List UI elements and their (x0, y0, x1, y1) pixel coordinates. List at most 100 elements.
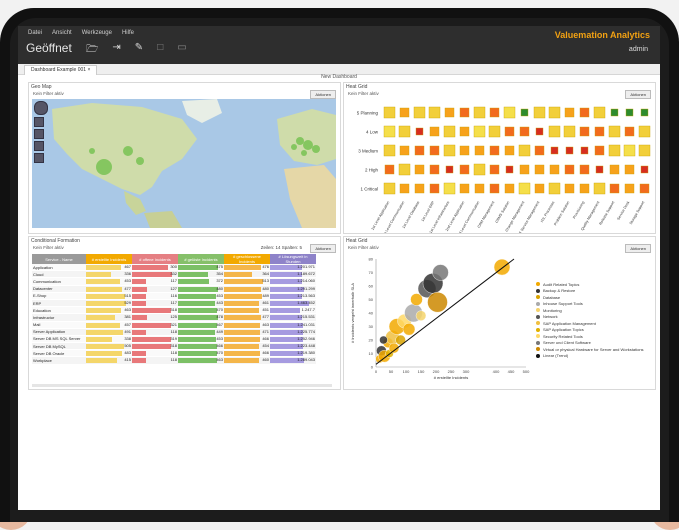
actions-button[interactable]: Aktionen (625, 90, 651, 99)
world-map[interactable] (32, 99, 336, 228)
column-label: 1st Level Database (402, 201, 421, 230)
x-tick-label: 0 (375, 369, 378, 374)
value-cell: 321 (132, 321, 178, 329)
actions-button[interactable]: Aktionen (310, 90, 336, 99)
heat-cell (579, 126, 590, 137)
greenland-land (182, 99, 222, 123)
heat-cell (534, 145, 545, 156)
heat-cell (548, 125, 561, 138)
column-header[interactable]: # erstellte Incidents (86, 254, 132, 264)
zoom-in-icon[interactable] (34, 117, 44, 127)
value-cell: 1.223.448 (270, 342, 316, 351)
service-name-cell: Cloud (32, 270, 86, 279)
pencil-icon[interactable]: ✎ (135, 42, 143, 59)
service-name-cell: ERP (32, 299, 86, 308)
table-row[interactable]: Mail 457 321 467 463 1.241.031 (32, 321, 316, 329)
fullscreen-icon[interactable] (34, 153, 44, 163)
value-bar (224, 265, 261, 270)
panel-title: Heat Grid (346, 238, 368, 244)
open-folder-icon[interactable]: 🗁 (86, 42, 98, 59)
legend-swatch (536, 340, 540, 345)
x-tick-label: 100 (403, 369, 410, 374)
heat-cell (414, 145, 425, 156)
value-cell: 453 (86, 277, 132, 286)
menu-item-hilfe[interactable]: Hilfe (122, 30, 134, 36)
user-name[interactable]: admin (629, 46, 648, 53)
heat-cell (580, 146, 589, 155)
table-row[interactable]: Server DB Oracle 483 118 470 466 1.219.380 (32, 349, 316, 358)
table-row[interactable]: Server DB MS SQL Server 338 319 453 466 1.252… (32, 335, 316, 344)
cell-value: 318 (170, 343, 177, 349)
legend-item[interactable]: Virtual or physical Hardware for Server … (536, 346, 644, 353)
value-bar (178, 293, 216, 299)
heat-cell (639, 183, 650, 194)
legend-swatch (536, 321, 540, 326)
table-row[interactable]: ERP 529 117 443 461 1.463.452 (32, 299, 316, 308)
column-header[interactable]: # geschlossene Incidents (224, 254, 270, 264)
y-tick-label: 0 (371, 365, 374, 370)
y-tick-label: 50 (369, 297, 374, 302)
value-cell: 529 (86, 299, 132, 308)
zoom-out-icon[interactable] (34, 129, 44, 139)
document-title: Geöffnet (26, 41, 72, 55)
table-row[interactable]: Communication 453 117 372 513 1.214.060 (32, 277, 316, 286)
table-row[interactable]: Education 463 318 470 451 1.247.7 (32, 306, 316, 315)
heat-cell (638, 144, 651, 157)
heat-cell (398, 125, 411, 138)
heat-cell (579, 107, 590, 118)
tab-label: Dashboard Example 001 (31, 67, 87, 73)
cell-value: 449 (216, 328, 223, 334)
value-cell: 453 (178, 335, 224, 344)
layers-icon[interactable] (34, 141, 44, 151)
heat-grid-chart[interactable]: 5 Planning 4 Low 3 Medium 2 High 1 Critical 1… (344, 99, 655, 233)
value-cell: 475 (178, 264, 224, 272)
legend-item[interactable]: Linear (Trend) (536, 353, 644, 360)
table-row[interactable]: Cloud 336 332 354 364 1.189.672 (32, 270, 316, 279)
heat-cell (593, 106, 606, 119)
table-header: Service - Name # erstellte Incidents # off… (32, 254, 316, 264)
value-cell: 466 (178, 342, 224, 351)
cell-value: 336 (124, 271, 131, 277)
scatter-chart[interactable]: 0 10 20 30 40 50 60 70 80 0 50 100 150 200 250 300 400 45… (344, 253, 534, 389)
value-bar (86, 279, 121, 285)
table-row[interactable]: Infrastructur 381 125 478 477 1.215.531 (32, 313, 316, 322)
cell-value: 467 (216, 321, 223, 327)
cell-value: 505 (124, 343, 131, 349)
close-icon[interactable]: × (87, 67, 90, 73)
column-header[interactable]: # gelöste Incidents (178, 254, 224, 264)
service-name-cell: Education (32, 306, 86, 315)
menu-item-werkzeuge[interactable]: Werkzeuge (82, 30, 112, 36)
heat-cell (489, 145, 500, 156)
table-row[interactable]: Application 467 300 475 476 1.201.971 (32, 264, 316, 272)
table-row[interactable]: Workplace 415 118 463 460 1.289.043 (32, 356, 316, 365)
column-header[interactable]: # Lösungszeit in Stunden (270, 254, 316, 264)
cell-value: 463 (262, 321, 269, 327)
map-marker (123, 146, 133, 156)
table-row[interactable]: E-Shop 515 116 453 489 1.213.563 (32, 292, 316, 300)
heat-cell (383, 106, 396, 119)
actions-button[interactable]: Aktionen (310, 244, 336, 253)
value-bar (224, 308, 259, 314)
value-cell: 364 (224, 270, 270, 279)
heat-cell (398, 163, 411, 176)
heat-cell (608, 144, 621, 157)
heat-cell (579, 164, 590, 175)
export-icon[interactable]: ⇥ (112, 42, 120, 59)
menu-item-datei[interactable]: Datei (28, 30, 42, 36)
table-row[interactable]: Server Application 491 118 449 471 1.225.774 (32, 328, 316, 336)
legend-swatch (536, 347, 540, 352)
table-row[interactable]: Server DB MySQL 505 318 466 454 1.223.448 (32, 342, 316, 351)
cell-value: 466 (216, 343, 223, 349)
column-header[interactable]: Service - Name (32, 254, 86, 264)
heat-cell (624, 126, 635, 137)
column-header[interactable]: # offene Incidents (132, 254, 178, 264)
heat-cell (594, 126, 605, 137)
table-row[interactable]: Datacenter 477 127 480 480 1.291.299 (32, 285, 316, 293)
horizontal-scrollbar[interactable] (32, 384, 332, 387)
actions-button[interactable]: Aktionen (625, 244, 651, 253)
value-cell: 118 (132, 328, 178, 336)
pan-icon[interactable] (34, 101, 48, 115)
share-icon[interactable]: ▭ (177, 42, 186, 59)
menu-item-ansicht[interactable]: Ansicht (52, 30, 72, 36)
window-icon[interactable]: □ (157, 42, 163, 59)
